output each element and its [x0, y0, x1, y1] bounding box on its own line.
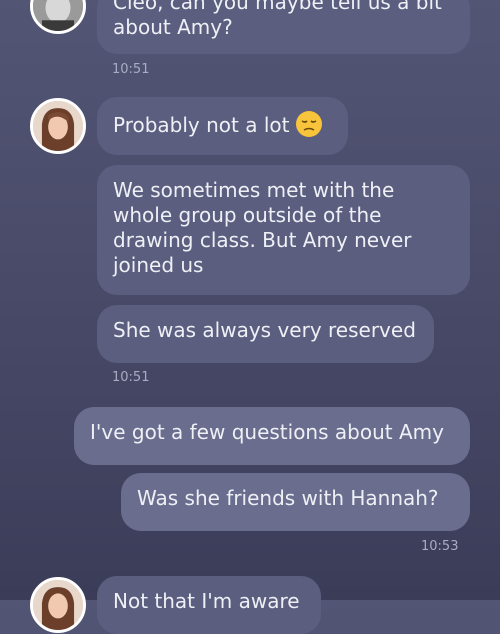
avatar-man-photo	[33, 0, 83, 31]
message-bubble-incoming: We sometimes met with the whole group ou…	[97, 165, 470, 295]
pensive-face-icon	[295, 110, 323, 138]
avatar-male-contact[interactable]	[30, 0, 86, 34]
message-bubble-incoming: Cleo, can you maybe tell us a bit about …	[97, 0, 470, 54]
message-text: Probably not a lot	[113, 113, 290, 137]
message-bubble-outgoing: Was she friends with Hannah?	[121, 473, 470, 531]
message-bubble-incoming: She was always very reserved	[97, 305, 434, 363]
message-timestamp: 10:51	[112, 370, 150, 385]
avatar-woman-photo	[33, 580, 83, 630]
message-timestamp: 10:53	[421, 539, 459, 554]
avatar-woman-photo	[33, 101, 83, 151]
message-bubble-outgoing: I've got a few questions about Amy	[74, 407, 470, 465]
message-bubble-incoming: Probably not a lot	[97, 97, 348, 155]
message-timestamp: 10:51	[112, 62, 150, 77]
avatar-female-contact[interactable]	[30, 577, 86, 633]
avatar-female-contact[interactable]	[30, 98, 86, 154]
message-bubble-incoming: Not that I'm aware	[97, 576, 321, 634]
